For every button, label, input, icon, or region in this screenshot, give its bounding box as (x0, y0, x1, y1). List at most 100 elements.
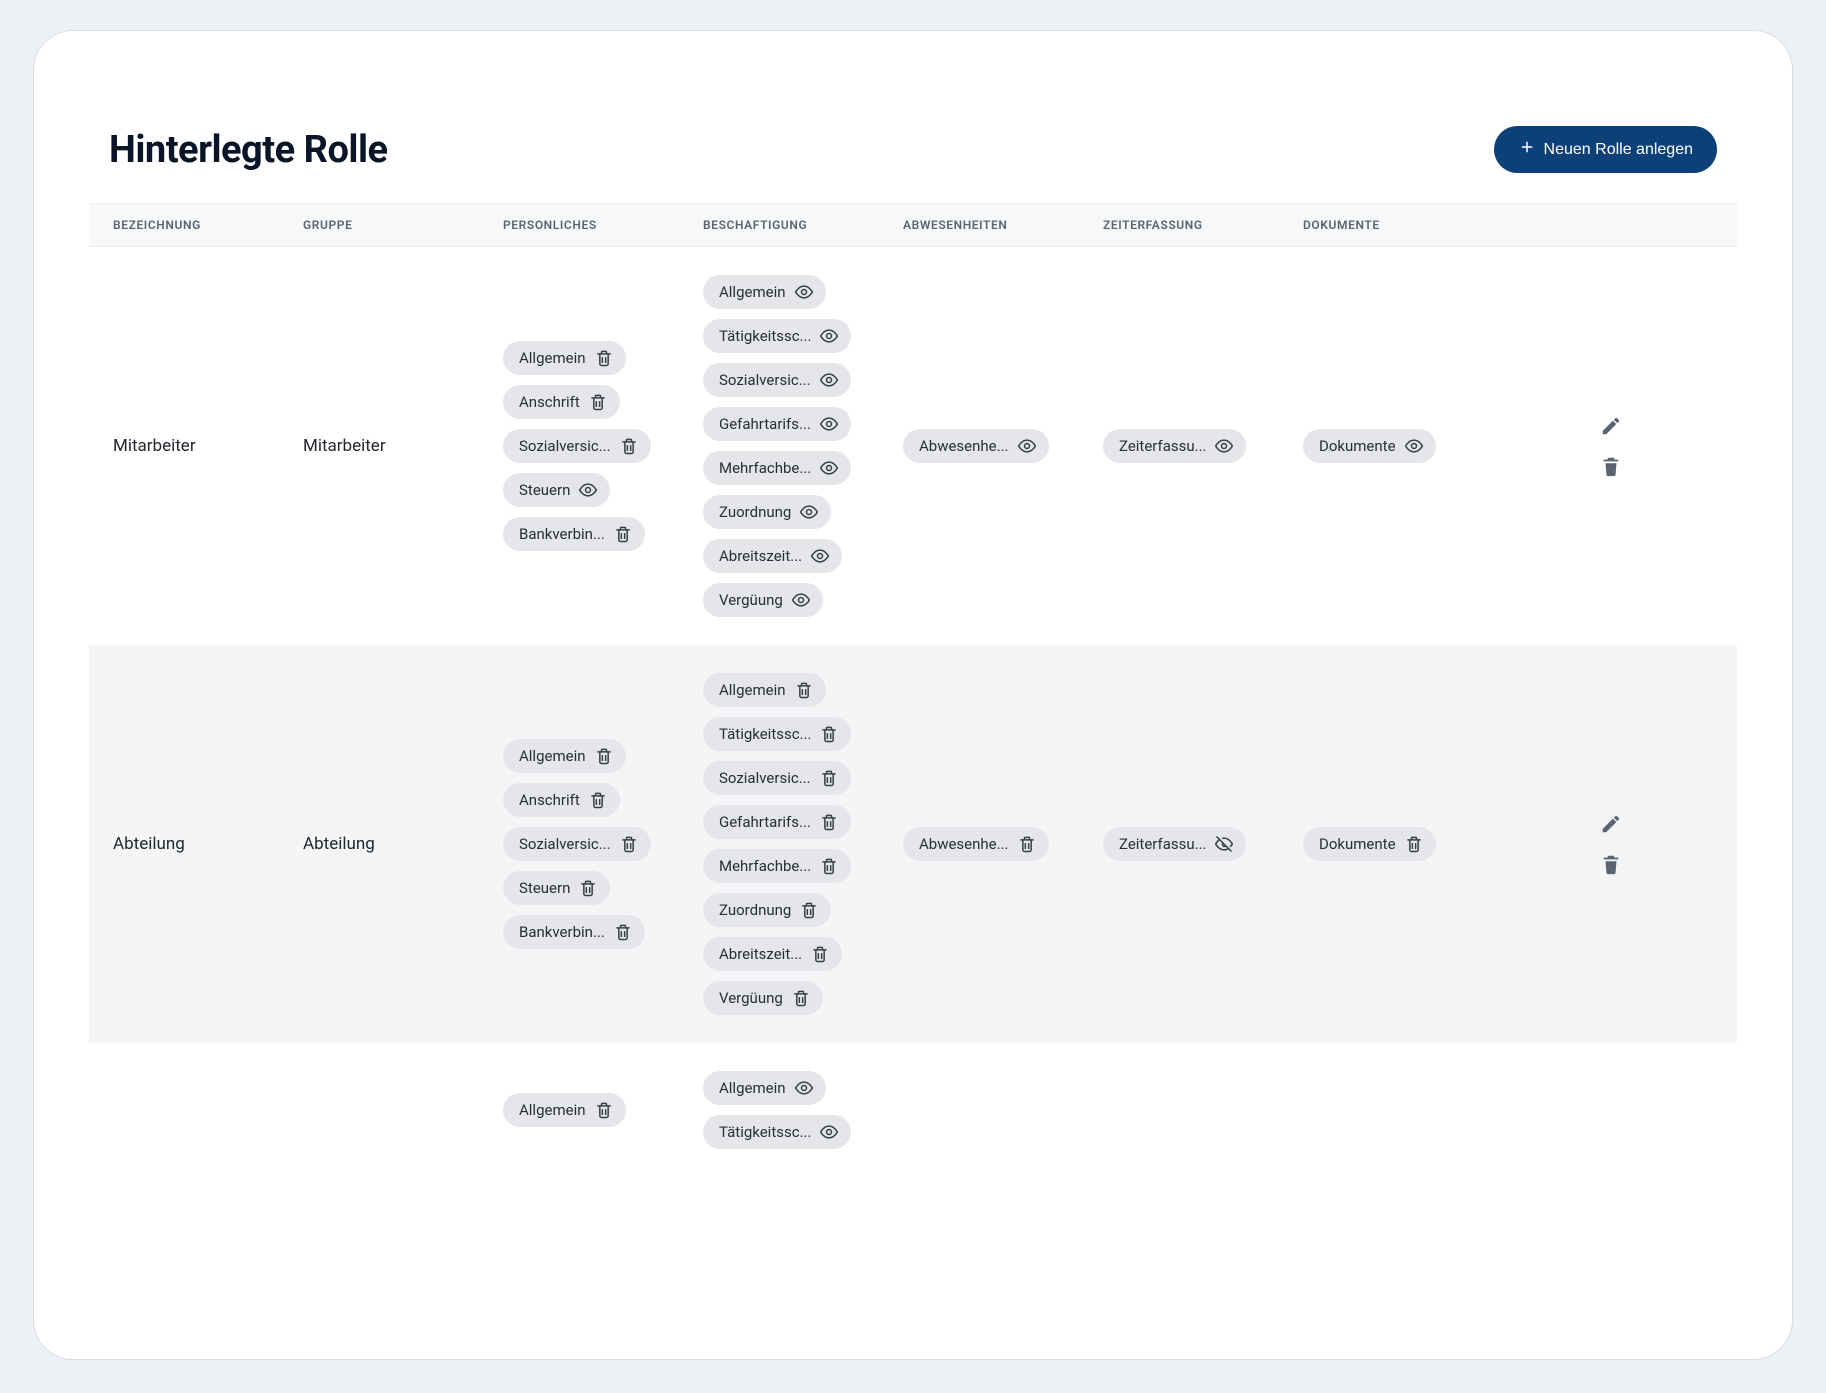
page-header: Hinterlegte Rolle Neuen Rolle anlegen (89, 126, 1737, 203)
permission-chip[interactable]: Zuordnung (703, 495, 831, 529)
eye-icon (810, 546, 830, 566)
trash-icon (594, 348, 614, 368)
table-body: Mitarbeiter Mitarbeiter Allgemein Anschr… (89, 247, 1737, 1177)
chip-label: Dokumente (1319, 437, 1396, 455)
chip-column-personliches: Allgemein Anschrift Sozialversic... Steu… (503, 341, 703, 551)
trash-icon (588, 392, 608, 412)
trash-icon (578, 878, 598, 898)
permission-chip[interactable]: Abwesenhe... (903, 429, 1049, 463)
permission-chip[interactable]: Abreitszeit... (703, 539, 842, 573)
trash-icon (1017, 834, 1037, 854)
table-row: Allgemein Allgemein Tätigkeitssc... (89, 1043, 1737, 1177)
permission-chip[interactable]: Abwesenhe... (903, 827, 1049, 861)
trash-icon (810, 944, 830, 964)
chip-column-zeiterfassung: Zeiterfassu... (1103, 429, 1303, 463)
trash-icon (1404, 834, 1424, 854)
chip-label: Vergüung (719, 989, 783, 1007)
col-abwesenheiten: ABWESENHEITEN (903, 218, 1103, 232)
eye-icon (1404, 436, 1424, 456)
eye-icon (1214, 436, 1234, 456)
chip-label: Zeiterfassu... (1119, 835, 1206, 853)
col-bezeichnung: BEZEICHNUNG (113, 218, 303, 232)
eye-icon (819, 1122, 839, 1142)
chip-label: Allgemein (719, 283, 786, 301)
trash-icon (794, 680, 814, 700)
device-frame: Hinterlegte Rolle Neuen Rolle anlegen BE… (33, 30, 1793, 1360)
row-actions (1503, 414, 1623, 478)
chip-label: Dokumente (1319, 835, 1396, 853)
trash-icon (819, 724, 839, 744)
permission-chip[interactable]: Allgemein (503, 1093, 626, 1127)
chip-column-personliches: Allgemein (503, 1093, 703, 1127)
chip-column-personliches: Allgemein Anschrift Sozialversic... Steu… (503, 739, 703, 949)
cell-bezeichnung: Mitarbeiter (113, 436, 303, 456)
eye-icon (819, 414, 839, 434)
permission-chip[interactable]: Sozialversic... (703, 761, 851, 795)
permission-chip[interactable]: Steuern (503, 871, 610, 905)
permission-chip[interactable]: Anschrift (503, 385, 620, 419)
permission-chip[interactable]: Zeiterfassu... (1103, 827, 1246, 861)
col-actions (1503, 218, 1623, 232)
permission-chip[interactable]: Zeiterfassu... (1103, 429, 1246, 463)
permission-chip[interactable]: Tätigkeitssc... (703, 1115, 851, 1149)
permission-chip[interactable]: Vergüung (703, 981, 823, 1015)
permission-chip[interactable]: Tätigkeitssc... (703, 717, 851, 751)
chip-label: Gefahrtarifs... (719, 813, 811, 831)
edit-row-button[interactable] (1599, 414, 1623, 438)
delete-row-button[interactable] (1599, 852, 1623, 876)
delete-row-button[interactable] (1599, 454, 1623, 478)
chip-label: Sozialversic... (719, 371, 811, 389)
permission-chip[interactable]: Dokumente (1303, 429, 1436, 463)
col-zeiterfassung: ZEITERFASSUNG (1103, 218, 1303, 232)
permission-chip[interactable]: Abreitszeit... (703, 937, 842, 971)
chip-label: Steuern (519, 879, 570, 897)
chip-label: Mehrfachbe... (719, 459, 811, 477)
permission-chip[interactable]: Bankverbin... (503, 915, 645, 949)
permission-chip[interactable]: Sozialversic... (703, 363, 851, 397)
permission-chip[interactable]: Tätigkeitssc... (703, 319, 851, 353)
permission-chip[interactable]: Steuern (503, 473, 610, 507)
trash-icon (791, 988, 811, 1008)
trash-icon (819, 856, 839, 876)
permission-chip[interactable]: Mehrfachbe... (703, 451, 851, 485)
permission-chip[interactable]: Allgemein (703, 673, 826, 707)
permission-chip[interactable]: Sozialversic... (503, 429, 651, 463)
page-title: Hinterlegte Rolle (109, 128, 388, 172)
eye-icon (794, 282, 814, 302)
trash-icon (819, 768, 839, 788)
chip-label: Allgemein (519, 349, 586, 367)
chip-label: Allgemein (519, 747, 586, 765)
chip-label: Abwesenhe... (919, 437, 1009, 455)
chip-label: Abreitszeit... (719, 945, 802, 963)
permission-chip[interactable]: Allgemein (703, 1071, 826, 1105)
permission-chip[interactable]: Mehrfachbe... (703, 849, 851, 883)
permission-chip[interactable]: Sozialversic... (503, 827, 651, 861)
create-role-button[interactable]: Neuen Rolle anlegen (1494, 126, 1717, 173)
permission-chip[interactable]: Zuordnung (703, 893, 831, 927)
permission-chip[interactable]: Allgemein (703, 275, 826, 309)
edit-row-button[interactable] (1599, 812, 1623, 836)
chip-label: Vergüung (719, 591, 783, 609)
permission-chip[interactable]: Vergüung (703, 583, 823, 617)
permission-chip[interactable]: Allgemein (503, 739, 626, 773)
trash-icon (619, 834, 639, 854)
permission-chip[interactable]: Allgemein (503, 341, 626, 375)
permission-chip[interactable]: Bankverbin... (503, 517, 645, 551)
col-gruppe: GRUPPE (303, 218, 503, 232)
eye-icon (578, 480, 598, 500)
eye-icon (791, 590, 811, 610)
table-row: Abteilung Abteilung Allgemein Anschrift … (89, 645, 1737, 1043)
eye-off-icon (1214, 834, 1234, 854)
chip-label: Tätigkeitssc... (719, 327, 811, 345)
trash-icon (588, 790, 608, 810)
permission-chip[interactable]: Gefahrtarifs... (703, 805, 851, 839)
row-actions (1503, 812, 1623, 876)
chip-label: Bankverbin... (519, 923, 605, 941)
trash-icon (594, 1100, 614, 1120)
chip-column-beschaftigung: Allgemein Tätigkeitssc... (703, 1071, 903, 1149)
chip-label: Anschrift (519, 791, 580, 809)
permission-chip[interactable]: Dokumente (1303, 827, 1436, 861)
permission-chip[interactable]: Gefahrtarifs... (703, 407, 851, 441)
chip-label: Zuordnung (719, 503, 791, 521)
permission-chip[interactable]: Anschrift (503, 783, 620, 817)
